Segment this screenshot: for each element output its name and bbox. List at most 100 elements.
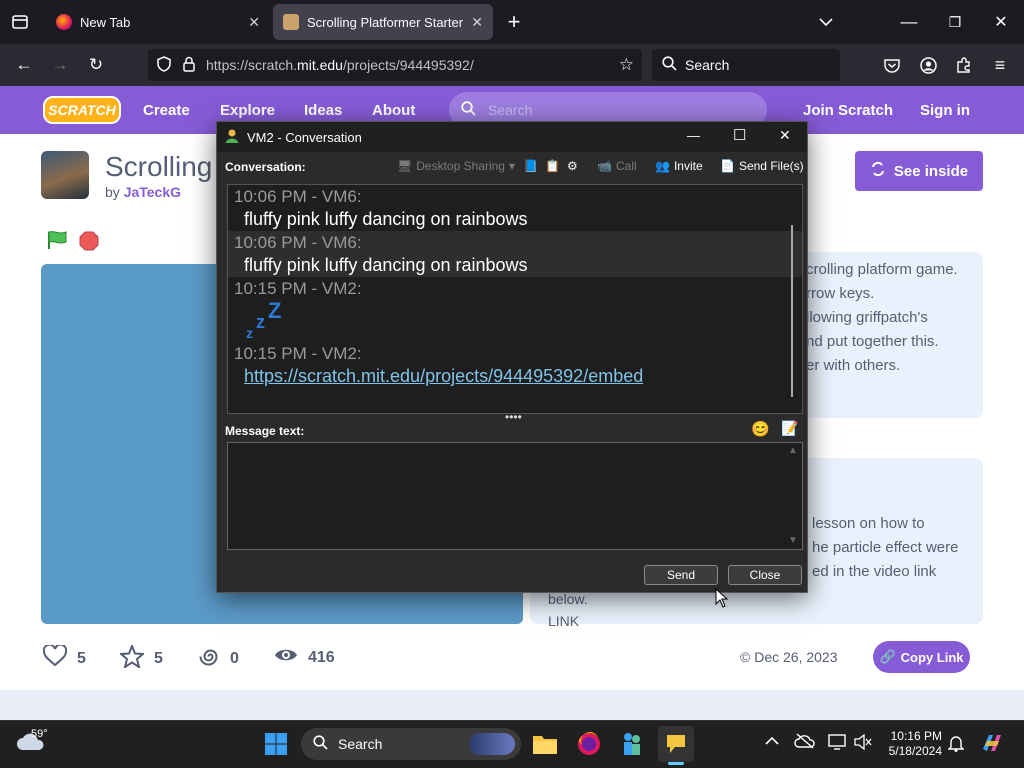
notification-bell-icon[interactable]: [947, 734, 965, 757]
firefox-taskbar-icon[interactable]: [571, 726, 607, 762]
send-button[interactable]: Send: [644, 565, 718, 585]
send-files-button[interactable]: 📄 Send File(s): [720, 159, 804, 173]
scratch-logo[interactable]: SCRATCH: [43, 96, 121, 124]
search-icon: [461, 101, 476, 119]
chevron-down-icon[interactable]: [812, 8, 840, 36]
tab-new-tab[interactable]: New Tab ✕: [46, 4, 270, 40]
hamburger-menu-icon[interactable]: ≡: [986, 51, 1014, 79]
svg-text:z: z: [246, 325, 253, 341]
onedrive-offline-icon[interactable]: [794, 733, 816, 754]
see-inside-button[interactable]: See inside: [855, 151, 983, 191]
message-input[interactable]: ▲ ▼: [227, 442, 803, 550]
nav-explore[interactable]: Explore: [220, 102, 275, 119]
chat-app-icon[interactable]: [658, 726, 694, 762]
user-contact-icon: [225, 128, 239, 147]
desktop-sharing-button[interactable]: 🖥 Desktop Sharing ▾: [397, 159, 515, 173]
author-link[interactable]: JaTeckG: [124, 184, 181, 200]
message-input-value: [228, 443, 802, 451]
remix-spiral-icon: [197, 645, 220, 673]
back-icon[interactable]: ←: [10, 51, 38, 79]
author-avatar[interactable]: [41, 151, 89, 199]
views-stat: 416: [274, 645, 335, 670]
taskbar-search[interactable]: Search: [301, 728, 521, 760]
extensions-icon[interactable]: [950, 51, 978, 79]
minimize-icon[interactable]: —: [895, 8, 923, 36]
mouse-cursor-icon: [715, 587, 729, 613]
account-icon[interactable]: [914, 51, 942, 79]
speaker-muted-icon[interactable]: [854, 733, 872, 755]
conversation-scrollbar[interactable]: [791, 225, 793, 397]
message-text-label: Message text:: [225, 424, 305, 438]
invite-users-icon: 👥: [655, 159, 670, 173]
svg-text:z: z: [256, 312, 265, 332]
windows-start-icon[interactable]: [258, 726, 294, 762]
sign-in-link[interactable]: Sign in: [920, 102, 970, 119]
clock-date: 5/18/2024: [888, 744, 942, 758]
call-button[interactable]: 📹 Call: [597, 159, 637, 173]
project-byline: by JaTeckG: [105, 184, 181, 200]
nav-ideas[interactable]: Ideas: [304, 102, 342, 119]
url-bar[interactable]: https://scratch. mit.edu/projects/9444953…: [148, 49, 642, 81]
close-tab-icon[interactable]: ✕: [463, 14, 483, 31]
message-meta: 10:15 PM - VM2:: [234, 344, 362, 363]
system-clock[interactable]: 10:16 PM 5/18/2024: [886, 729, 942, 759]
join-scratch-link[interactable]: Join Scratch: [803, 102, 893, 119]
favorite-stat[interactable]: 5: [118, 643, 163, 673]
format-text-icon[interactable]: 📝: [781, 420, 798, 437]
send-files-label: Send File(s): [738, 159, 804, 173]
message-link[interactable]: https://scratch.mit.edu/projects/9444953…: [228, 365, 802, 388]
nav-about[interactable]: About: [372, 102, 415, 119]
active-app-indicator: [668, 762, 684, 765]
tab-label: Scrolling Platformer Starter on: [307, 14, 464, 30]
instructions-line: rrow keys.: [806, 285, 875, 302]
copy-link-button[interactable]: 🔗 Copy Link: [873, 641, 970, 673]
tab-scrolling-platformer[interactable]: Scrolling Platformer Starter on ✕: [273, 4, 493, 40]
notes-icon[interactable]: 📋: [545, 159, 560, 173]
copilot-icon[interactable]: [980, 731, 1004, 760]
stop-icon[interactable]: [79, 231, 99, 256]
network-display-icon[interactable]: [828, 734, 846, 755]
people-app-icon[interactable]: [614, 726, 650, 762]
dialog-close-icon[interactable]: ✕: [779, 127, 791, 144]
restore-icon[interactable]: ❐: [941, 8, 969, 36]
conversation-history[interactable]: 10:06 PM - VM6: fluffy pink luffy dancin…: [227, 184, 803, 414]
call-label: Call: [615, 159, 637, 173]
reload-icon[interactable]: ↻: [82, 51, 110, 79]
search-highlight-image: [469, 733, 515, 755]
scroll-up-arrow-icon[interactable]: ▲: [788, 445, 798, 456]
love-count: 5: [77, 649, 86, 667]
love-stat[interactable]: 5: [42, 643, 86, 672]
url-prefix: https://scratch.: [206, 57, 298, 73]
close-tab-icon[interactable]: ✕: [240, 14, 260, 31]
show-hidden-icons-chevron-icon[interactable]: [765, 734, 779, 749]
history-icon[interactable]: 📘: [523, 159, 538, 173]
invite-label: Invite: [673, 159, 703, 173]
instructions-line: llowing griffpatch's: [806, 309, 928, 326]
green-flag-icon[interactable]: [46, 230, 68, 255]
desktop-sharing-icon: 🖥: [397, 159, 413, 173]
dialog-minimize-icon[interactable]: —: [687, 128, 700, 143]
settings-gear-icon[interactable]: ⚙: [567, 159, 578, 173]
share-date-value: Dec 26, 2023: [754, 649, 838, 665]
instructions-line: crolling platform game.: [806, 261, 958, 278]
sleeping-zzz-emoticon: zzZ: [228, 298, 802, 342]
invite-button[interactable]: 👥 Invite: [655, 159, 703, 173]
bookmark-star-icon[interactable]: ☆: [619, 55, 634, 75]
close-window-icon[interactable]: ✕: [987, 8, 1015, 36]
pocket-icon[interactable]: [878, 51, 906, 79]
nav-create[interactable]: Create: [143, 102, 190, 119]
forward-icon[interactable]: →: [46, 51, 74, 79]
emoticon-smiley-icon[interactable]: 😊: [751, 420, 770, 438]
tab-list-icon[interactable]: [6, 8, 34, 36]
close-button[interactable]: Close: [728, 565, 802, 585]
scroll-down-arrow-icon[interactable]: ▼: [788, 535, 798, 546]
conversation-window: VM2 - Conversation — ☐ ✕ Conversation: 🖥…: [216, 121, 808, 593]
dialog-maximize-icon[interactable]: ☐: [733, 126, 746, 144]
new-tab-icon[interactable]: +: [500, 8, 528, 36]
file-explorer-icon[interactable]: [527, 726, 563, 762]
dialog-title-bar[interactable]: VM2 - Conversation — ☐ ✕: [217, 122, 807, 152]
firefox-icon: [56, 14, 72, 30]
browser-search-field[interactable]: Search: [652, 49, 840, 81]
search-icon: [313, 735, 328, 753]
splitter-handle[interactable]: ••••: [505, 410, 522, 424]
